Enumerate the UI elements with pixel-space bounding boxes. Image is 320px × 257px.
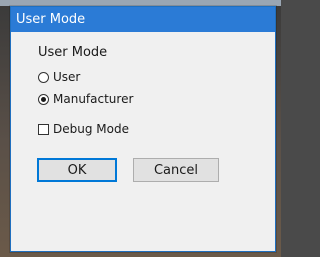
cancel-button[interactable]: Cancel [133,158,219,182]
user-radio-label: User [53,70,81,84]
debug-mode-checkbox[interactable] [38,123,49,135]
user-mode-group-label: User Mode [38,45,108,60]
dialog-titlebar[interactable]: User Mode [11,7,275,32]
manufacturer-radio-option[interactable]: Manufacturer [38,91,133,107]
dialog-title: User Mode [16,12,86,27]
ok-button[interactable]: OK [37,158,117,182]
user-radio-option[interactable]: User [38,69,80,85]
manufacturer-radio-label: Manufacturer [53,92,134,106]
debug-mode-label: Debug Mode [53,122,129,136]
user-radio-button[interactable] [38,71,49,83]
user-mode-dialog: User Mode User Mode User Manufacturer De… [10,6,276,252]
debug-mode-checkbox-option[interactable]: Debug Mode [38,121,129,137]
manufacturer-radio-button[interactable] [38,93,49,105]
